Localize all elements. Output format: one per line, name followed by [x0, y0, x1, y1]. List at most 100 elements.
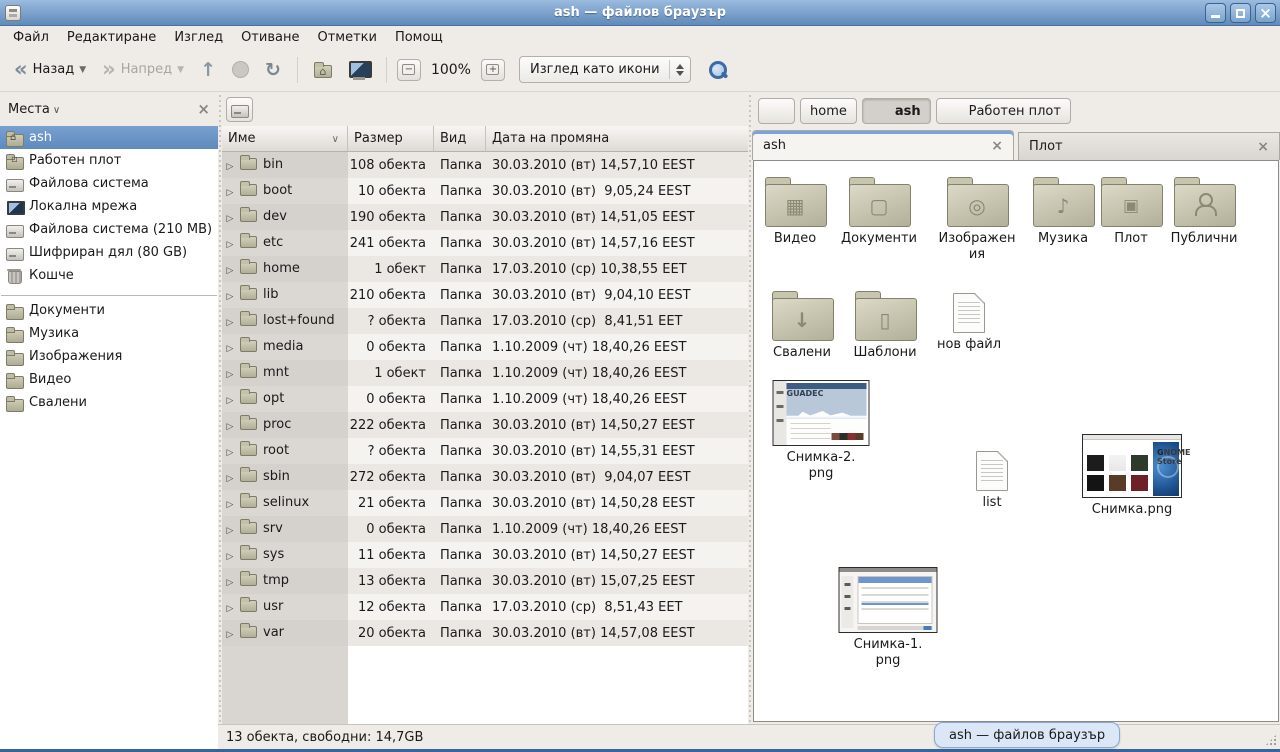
view-mode-select[interactable]: Изглед като икони: [519, 56, 691, 83]
column-header-size[interactable]: Размер: [348, 126, 434, 152]
file-icon-item[interactable]: Изображения: [936, 177, 1018, 264]
tab-close-icon[interactable]: [1257, 139, 1269, 155]
file-icon-item[interactable]: GNOME Store Снимка.png: [1077, 434, 1187, 518]
table-row[interactable]: mnt 1 обект Папка 1.10.2009 (чт) 18,40,2…: [222, 360, 748, 386]
expander-icon[interactable]: [222, 262, 238, 277]
file-icon-item[interactable]: GUADEC Снимка-2.png: [773, 380, 870, 483]
minimize-button[interactable]: [1205, 3, 1226, 23]
table-row[interactable]: home 1 обект Папка 17.03.2010 (ср) 10,38…: [222, 256, 748, 282]
sidebar-item[interactable]: Изображения: [0, 345, 218, 368]
expander-icon[interactable]: [222, 392, 238, 407]
table-row[interactable]: lib 210 обекта Папка 30.03.2010 (вт) 9,0…: [222, 282, 748, 308]
zoom-out-button[interactable]: −: [397, 59, 421, 81]
menu-item[interactable]: Файл: [4, 28, 58, 47]
up-button[interactable]: [194, 55, 222, 85]
sidebar-item[interactable]: ash: [0, 126, 218, 149]
expander-icon[interactable]: [222, 158, 238, 173]
sidebar-item[interactable]: Шифриран дял (80 GB): [0, 241, 218, 264]
tab[interactable]: Плот: [1018, 132, 1280, 160]
tab-close-icon[interactable]: [991, 138, 1003, 154]
table-row[interactable]: media 0 обекта Папка 1.10.2009 (чт) 18,4…: [222, 334, 748, 360]
sidebar-item[interactable]: Документи: [0, 299, 218, 322]
expander-icon[interactable]: [222, 366, 238, 381]
sidebar-item[interactable]: Свалени: [0, 391, 218, 414]
expander-icon[interactable]: [222, 340, 238, 355]
root-location-button[interactable]: [226, 97, 253, 122]
column-header-type[interactable]: Вид: [434, 126, 486, 152]
sidebar-item[interactable]: Локална мрежа: [0, 195, 218, 218]
expander-icon[interactable]: [222, 314, 238, 329]
sidebar-item[interactable]: Работен плот: [0, 149, 218, 172]
path-button[interactable]: ash: [862, 98, 931, 124]
path-button[interactable]: home: [800, 98, 857, 124]
file-icon-item[interactable]: Плот: [1090, 177, 1172, 247]
expander-icon[interactable]: [222, 574, 238, 589]
search-icon[interactable]: [707, 59, 729, 81]
sidebar-title[interactable]: Места: [8, 102, 50, 117]
sidebar-item[interactable]: Музика: [0, 322, 218, 345]
chevron-down-icon[interactable]: [50, 102, 60, 117]
table-row[interactable]: boot 10 обекта Папка 30.03.2010 (вт) 9,0…: [222, 178, 748, 204]
table-row[interactable]: sbin 272 обекта Папка 30.03.2010 (вт) 9,…: [222, 464, 748, 490]
menu-item[interactable]: Редактиране: [58, 28, 165, 47]
titlebar[interactable]: ash — файлов браузър: [0, 0, 1280, 26]
menu-item[interactable]: Отиване: [232, 28, 308, 47]
menu-item[interactable]: Отметки: [308, 28, 385, 47]
table-row[interactable]: sys 11 обекта Папка 30.03.2010 (вт) 14,5…: [222, 542, 748, 568]
expander-icon[interactable]: [222, 210, 238, 225]
table-row[interactable]: root ? обекта Папка 30.03.2010 (вт) 14,5…: [222, 438, 748, 464]
table-row[interactable]: lost+found ? обекта Папка 17.03.2010 (ср…: [222, 308, 748, 334]
file-icon-item[interactable]: нов файл: [934, 287, 1004, 353]
reload-button[interactable]: [259, 55, 287, 85]
home-button[interactable]: [308, 57, 338, 82]
sidebar-close-icon[interactable]: [197, 100, 210, 118]
expander-icon[interactable]: [222, 626, 238, 641]
file-icon-item[interactable]: Свалени: [761, 291, 843, 361]
table-row[interactable]: bin 108 обекта Папка 30.03.2010 (вт) 14,…: [222, 152, 748, 178]
file-icon-item[interactable]: Документи: [838, 177, 920, 247]
path-button[interactable]: Работен плот: [936, 98, 1071, 124]
icon-view[interactable]: Видео Документи: [753, 160, 1279, 722]
table-row[interactable]: var 20 обекта Папка 30.03.2010 (вт) 14,5…: [222, 620, 748, 646]
expander-icon[interactable]: [222, 600, 238, 615]
table-row[interactable]: selinux 21 обекта Папка 30.03.2010 (вт) …: [222, 490, 748, 516]
table-row[interactable]: etc 241 обекта Папка 30.03.2010 (вт) 14,…: [222, 230, 748, 256]
file-icon-item[interactable]: list: [957, 445, 1027, 511]
resize-grip[interactable]: [1265, 734, 1277, 746]
expander-icon[interactable]: [222, 184, 238, 199]
back-button[interactable]: Назад ▼: [8, 56, 92, 84]
maximize-button[interactable]: [1230, 3, 1251, 23]
table-row[interactable]: dev 190 обекта Папка 30.03.2010 (вт) 14,…: [222, 204, 748, 230]
sidebar-item[interactable]: Файлова система: [0, 172, 218, 195]
menu-item[interactable]: Изглед: [165, 28, 232, 47]
sidebar-item[interactable]: Кошче: [0, 264, 218, 287]
expander-icon[interactable]: [222, 496, 238, 511]
expander-icon[interactable]: [222, 236, 238, 251]
menu-item[interactable]: Помощ: [386, 28, 452, 47]
sidebar-item[interactable]: Файлова система (210 MB): [0, 218, 218, 241]
expander-icon[interactable]: [222, 548, 238, 563]
expander-icon[interactable]: [222, 522, 238, 537]
column-header-name[interactable]: Име: [222, 126, 348, 152]
file-icon-item[interactable]: Шаблони: [844, 291, 926, 361]
expander-icon[interactable]: [222, 444, 238, 459]
stop-button[interactable]: [226, 57, 255, 82]
file-icon-item[interactable]: Снимка-1.png: [839, 567, 938, 670]
path-button[interactable]: [758, 98, 795, 124]
file-icon-item[interactable]: Видео: [754, 177, 836, 247]
table-row[interactable]: srv 0 обекта Папка 1.10.2009 (чт) 18,40,…: [222, 516, 748, 542]
tab[interactable]: ash: [752, 130, 1014, 160]
sidebar-item[interactable]: Видео: [0, 368, 218, 391]
sidebar-item[interactable]: [1, 287, 217, 296]
table-row[interactable]: usr 12 обекта Папка 17.03.2010 (ср) 8,51…: [222, 594, 748, 620]
expander-icon[interactable]: [222, 418, 238, 433]
table-row[interactable]: opt 0 обекта Папка 1.10.2009 (чт) 18,40,…: [222, 386, 748, 412]
table-row[interactable]: proc 222 обекта Папка 30.03.2010 (вт) 14…: [222, 412, 748, 438]
forward-button[interactable]: Напред ▼: [96, 56, 190, 84]
file-icon-item[interactable]: Публични: [1163, 177, 1245, 247]
computer-button[interactable]: [342, 56, 376, 84]
expander-icon[interactable]: [222, 470, 238, 485]
column-header-date[interactable]: Дата на промяна: [486, 126, 748, 152]
close-button[interactable]: [1255, 3, 1276, 23]
back-dropdown-icon[interactable]: ▼: [79, 65, 86, 75]
